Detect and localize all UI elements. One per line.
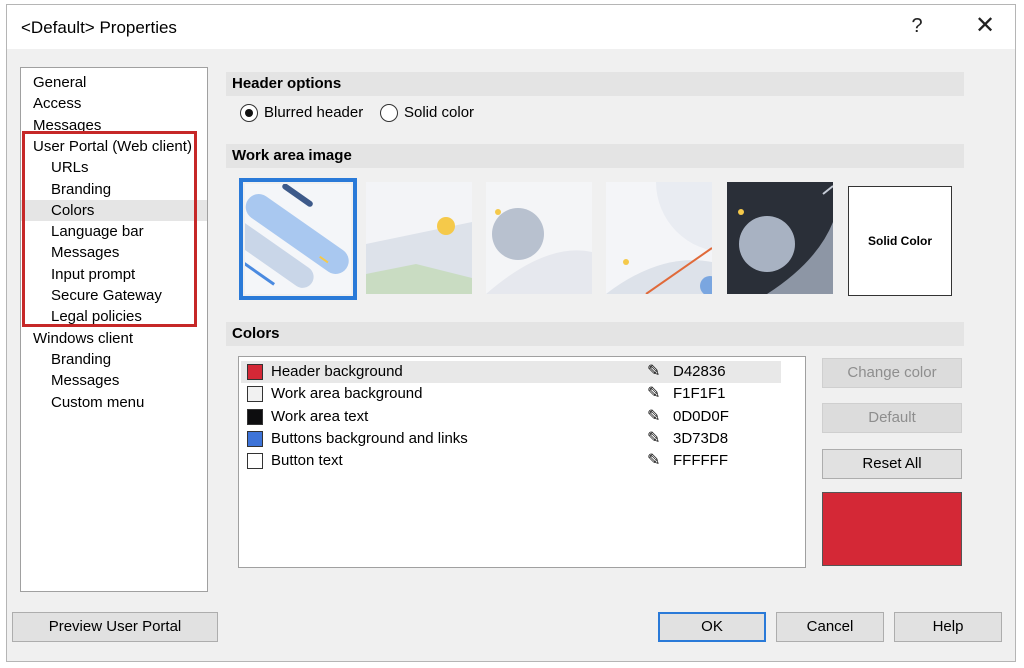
colors-list[interactable]: Header background ✎ D42836 Work area backgr… — [238, 356, 806, 568]
nav-item[interactable]: Branding — [21, 349, 207, 370]
solid-color-radio-indicator[interactable] — [380, 104, 398, 122]
nav-item-label: Windows client — [33, 329, 134, 347]
work-area-solid-color-option[interactable]: Solid Color — [848, 186, 952, 296]
colors-section: Colors — [226, 322, 964, 346]
nav-item[interactable]: Colors — [21, 199, 207, 221]
color-swatch — [247, 386, 263, 403]
nav-item[interactable]: General — [21, 72, 207, 93]
color-name: Button text — [271, 452, 343, 470]
nav-item-label: Colors — [51, 201, 95, 219]
color-swatch — [247, 364, 263, 380]
nav-item-label: User Portal (Web client) — [33, 137, 192, 155]
color-hex-value: FFFFFF — [673, 452, 728, 470]
color-swatch — [247, 430, 263, 447]
nav-item-label: Custom menu — [51, 393, 145, 411]
pencil-icon[interactable]: ✎ — [647, 406, 660, 428]
pencil-icon[interactable]: ✎ — [647, 428, 660, 450]
default-button[interactable]: Default — [822, 403, 962, 433]
color-row[interactable]: Work area text ✎ 0D0D0F — [241, 406, 781, 428]
nav-item[interactable]: Input prompt — [21, 264, 207, 285]
color-name: Header background — [271, 363, 403, 380]
pencil-icon[interactable]: ✎ — [647, 450, 660, 472]
color-swatch — [247, 453, 263, 470]
reset-all-label: Reset All — [862, 455, 922, 472]
title-bar: <Default> Properties ? ✕ — [7, 5, 1015, 49]
nav-item-label: Legal policies — [51, 308, 142, 326]
help-label: Help — [932, 618, 964, 635]
work-area-image-thumb-2[interactable] — [366, 182, 472, 294]
dialog-title: <Default> Properties — [21, 18, 177, 37]
blurred-header-label: Blurred header — [264, 104, 364, 121]
work-area-image-thumb-3[interactable] — [486, 182, 592, 294]
nav-item[interactable]: Secure Gateway — [21, 285, 207, 306]
nav-item[interactable]: Language bar — [21, 221, 207, 242]
reset-all-button[interactable]: Reset All — [822, 449, 962, 479]
header-options-section: Header options — [226, 72, 964, 96]
nav-item-label: Language bar — [51, 223, 144, 241]
nav-item[interactable]: Windows client — [21, 328, 207, 349]
help-button[interactable]: Help — [894, 612, 1002, 642]
color-hex-value: F1F1F1 — [673, 385, 726, 403]
preview-user-portal-button[interactable]: Preview User Portal — [12, 612, 218, 642]
pencil-icon[interactable]: ✎ — [647, 383, 660, 405]
change-color-label: Change color — [847, 364, 937, 381]
nav-item-label: Messages — [51, 372, 120, 390]
preview-user-portal-label: Preview User Portal — [48, 618, 182, 635]
pencil-icon[interactable]: ✎ — [647, 361, 660, 383]
ok-label: OK — [701, 618, 723, 635]
color-row[interactable]: Work area background ✎ F1F1F1 — [241, 383, 781, 405]
ok-button[interactable]: OK — [658, 612, 766, 642]
nav-item[interactable]: User Portal (Web client) — [21, 136, 207, 157]
color-hex-value: D42836 — [673, 363, 726, 380]
color-name: Buttons background and links — [271, 429, 468, 447]
work-area-image-thumb-4[interactable] — [606, 182, 712, 294]
nav-item-label: Messages — [33, 116, 102, 134]
color-hex-value: 0D0D0F — [673, 407, 729, 425]
nav-item[interactable]: Messages — [21, 115, 207, 136]
change-color-button[interactable]: Change color — [822, 358, 962, 388]
work-area-image-thumb-5[interactable] — [727, 182, 833, 294]
color-row[interactable]: Button text ✎ FFFFFF — [241, 450, 781, 472]
settings-nav-tree[interactable]: General Access Messages User Portal (Web cl… — [20, 67, 208, 592]
nav-item-label: General — [33, 74, 87, 91]
help-icon[interactable]: ? — [897, 11, 937, 41]
nav-item[interactable]: Access — [21, 93, 207, 114]
color-row[interactable]: Header background ✎ D42836 — [241, 361, 781, 383]
nav-item[interactable]: Messages — [21, 370, 207, 391]
nav-item-label: Secure Gateway — [51, 287, 162, 304]
color-name: Work area background — [271, 385, 423, 403]
cancel-button[interactable]: Cancel — [776, 612, 884, 642]
color-row[interactable]: Buttons background and links ✎ 3D73D8 — [241, 428, 781, 450]
blurred-header-radio-indicator[interactable] — [240, 104, 258, 122]
work-area-image-thumb-1[interactable] — [239, 178, 357, 300]
solid-color-label: Solid color — [404, 104, 475, 121]
nav-item[interactable]: Branding — [21, 179, 207, 200]
nav-item-label: Branding — [51, 350, 112, 368]
work-area-image-section: Work area image — [226, 144, 964, 168]
nav-item-label: Input prompt — [51, 265, 136, 283]
nav-item[interactable]: URLs — [21, 157, 207, 178]
nav-item-label: URLs — [51, 159, 89, 177]
nav-item-label: Messages — [51, 244, 120, 262]
color-hex-value: 3D73D8 — [673, 429, 729, 447]
cancel-label: Cancel — [806, 618, 854, 635]
nav-item[interactable]: Custom menu — [21, 392, 207, 413]
close-icon[interactable]: ✕ — [965, 11, 1005, 41]
default-label: Default — [868, 409, 916, 426]
nav-item-label: Branding — [51, 180, 112, 198]
color-swatch — [247, 408, 263, 425]
nav-item[interactable]: Messages — [21, 242, 207, 263]
nav-item-label: Access — [33, 95, 82, 113]
nav-item[interactable]: Legal policies — [21, 306, 207, 327]
color-preview-swatch — [822, 492, 962, 566]
color-name: Work area text — [271, 407, 369, 425]
